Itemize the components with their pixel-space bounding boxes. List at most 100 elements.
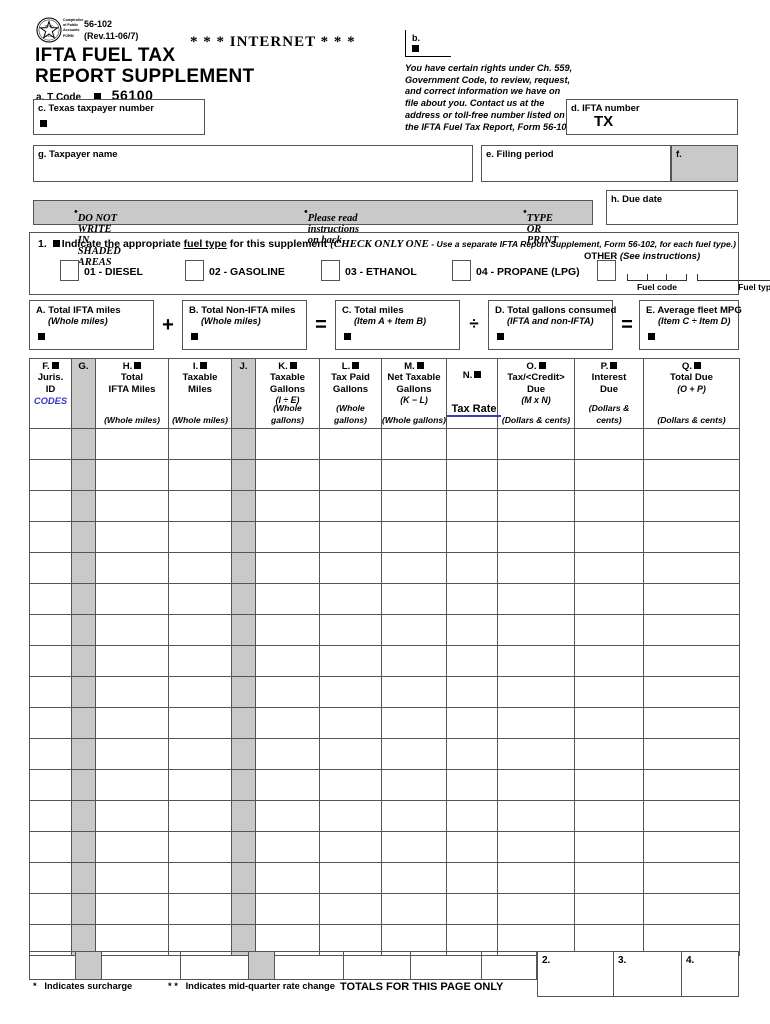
cell-l[interactable] [319, 552, 382, 584]
cell-q[interactable] [643, 707, 740, 739]
cell-o[interactable] [497, 428, 575, 460]
cell-k[interactable] [255, 645, 320, 677]
cell-n[interactable] [446, 645, 498, 677]
cell-l[interactable] [319, 800, 382, 832]
cell-i[interactable] [168, 428, 232, 460]
totals-box-2[interactable]: 2. [537, 951, 614, 997]
cell-m[interactable] [381, 738, 447, 770]
cell-f[interactable] [29, 769, 72, 801]
cell-m[interactable] [381, 707, 447, 739]
cell-p[interactable] [574, 676, 644, 708]
cell-o[interactable] [497, 831, 575, 863]
cell-k[interactable] [255, 552, 320, 584]
cell-n[interactable] [446, 738, 498, 770]
cell-k[interactable] [255, 893, 320, 925]
cell-l[interactable] [319, 862, 382, 894]
cell-k[interactable] [255, 521, 320, 553]
cell-i[interactable] [168, 583, 232, 615]
cell-f[interactable] [29, 738, 72, 770]
cell-q[interactable] [643, 645, 740, 677]
cell-l[interactable] [319, 428, 382, 460]
cell-o[interactable] [497, 490, 575, 522]
cell-q[interactable] [643, 614, 740, 646]
juris-codes-link[interactable]: CODES [30, 395, 71, 406]
cell-i[interactable] [168, 769, 232, 801]
cell-f[interactable] [29, 490, 72, 522]
cell-i[interactable] [168, 831, 232, 863]
cell-m[interactable] [381, 893, 447, 925]
cell-p[interactable] [574, 521, 644, 553]
cell-n[interactable] [446, 769, 498, 801]
cell-i[interactable] [168, 738, 232, 770]
calc-box-d[interactable]: D. Total gallons consumed (IFTA and non-… [488, 300, 616, 350]
cell-k[interactable] [255, 459, 320, 491]
cell-h[interactable] [95, 521, 169, 553]
totals-cell-m[interactable] [410, 951, 482, 980]
cell-m[interactable] [381, 521, 447, 553]
totals-cell-l[interactable] [343, 951, 412, 980]
cell-l[interactable] [319, 645, 382, 677]
cell-i[interactable] [168, 707, 232, 739]
totals-cell-k[interactable] [273, 951, 345, 980]
cell-p[interactable] [574, 552, 644, 584]
cell-o[interactable] [497, 459, 575, 491]
cell-p[interactable] [574, 738, 644, 770]
cell-q[interactable] [643, 583, 740, 615]
cell-p[interactable] [574, 583, 644, 615]
cell-i[interactable] [168, 893, 232, 925]
cell-o[interactable] [497, 583, 575, 615]
cell-l[interactable] [319, 707, 382, 739]
cell-n[interactable] [446, 490, 498, 522]
cell-p[interactable] [574, 862, 644, 894]
cell-f[interactable] [29, 893, 72, 925]
cell-i[interactable] [168, 490, 232, 522]
cell-q[interactable] [643, 459, 740, 491]
cell-o[interactable] [497, 738, 575, 770]
cell-n[interactable] [446, 552, 498, 584]
cell-p[interactable] [574, 614, 644, 646]
cell-h[interactable] [95, 614, 169, 646]
fuel-checkbox-gasoline[interactable] [185, 260, 204, 281]
cell-f[interactable] [29, 645, 72, 677]
cell-i[interactable] [168, 552, 232, 584]
cell-f[interactable] [29, 800, 72, 832]
fuel-checkbox-other[interactable] [597, 260, 616, 281]
fuel-checkbox-ethanol[interactable] [321, 260, 340, 281]
cell-l[interactable] [319, 490, 382, 522]
cell-q[interactable] [643, 738, 740, 770]
calc-box-c[interactable]: C. Total miles (Item A + Item B) [335, 300, 460, 350]
cell-n[interactable] [446, 862, 498, 894]
cell-n[interactable] [446, 428, 498, 460]
cell-n[interactable] [446, 583, 498, 615]
cell-i[interactable] [168, 521, 232, 553]
cell-q[interactable] [643, 800, 740, 832]
cell-q[interactable] [643, 893, 740, 925]
cell-m[interactable] [381, 831, 447, 863]
cell-f[interactable] [29, 552, 72, 584]
cell-n[interactable] [446, 893, 498, 925]
cell-o[interactable] [497, 645, 575, 677]
cell-i[interactable] [168, 676, 232, 708]
cell-m[interactable] [381, 800, 447, 832]
cell-o[interactable] [497, 800, 575, 832]
cell-l[interactable] [319, 738, 382, 770]
cell-h[interactable] [95, 459, 169, 491]
cell-p[interactable] [574, 645, 644, 677]
cell-k[interactable] [255, 490, 320, 522]
cell-i[interactable] [168, 800, 232, 832]
cell-h[interactable] [95, 583, 169, 615]
totals-cell-n[interactable] [480, 951, 538, 980]
cell-p[interactable] [574, 893, 644, 925]
cell-h[interactable] [95, 769, 169, 801]
cell-o[interactable] [497, 893, 575, 925]
cell-q[interactable] [643, 862, 740, 894]
cell-k[interactable] [255, 428, 320, 460]
totals-cell-i[interactable] [179, 951, 249, 980]
cell-n[interactable] [446, 459, 498, 491]
cell-f[interactable] [29, 521, 72, 553]
cell-l[interactable] [319, 769, 382, 801]
cell-h[interactable] [95, 800, 169, 832]
cell-k[interactable] [255, 738, 320, 770]
cell-m[interactable] [381, 769, 447, 801]
cell-q[interactable] [643, 428, 740, 460]
